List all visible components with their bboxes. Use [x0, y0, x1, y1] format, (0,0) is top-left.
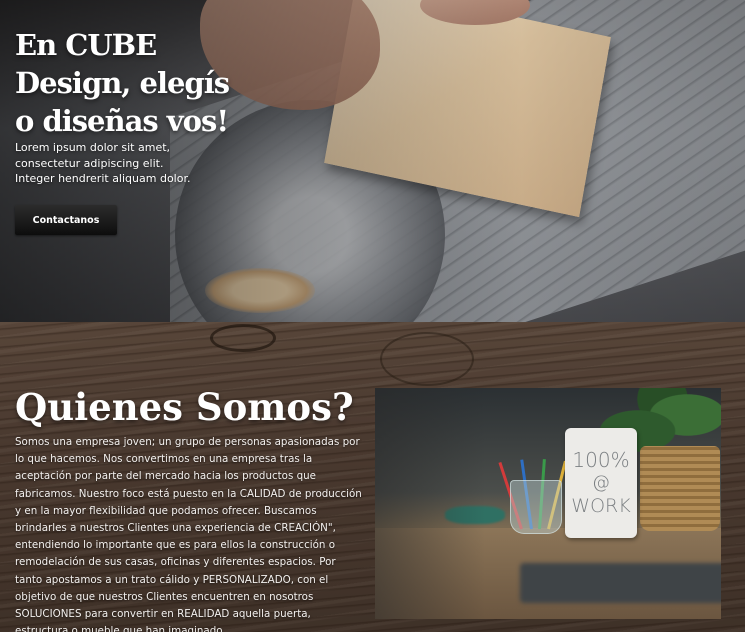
sign-line-2: @ [592, 472, 610, 493]
sign-line-1: 100% [572, 448, 630, 472]
about-text: Somos una empresa joven; un grupo de per… [15, 436, 362, 632]
photo-notebook [520, 563, 721, 603]
hero-title: En CUBE Design, elegís o diseñas vos! [15, 28, 230, 138]
photo-basket [640, 446, 720, 531]
photo-pencil-cup [510, 480, 562, 534]
about-section: Quienes Somos? Somos una empresa joven; … [0, 322, 745, 632]
photo-shadow [375, 388, 485, 619]
contact-button[interactable]: Contactanos [15, 205, 117, 235]
photo-work-sign: 100% @ WORK [565, 428, 637, 538]
about-photo: 100% @ WORK [375, 388, 721, 619]
about-title: Quienes Somos? [15, 385, 354, 429]
sign-line-3: WORK [571, 495, 631, 517]
hero-text: Lorem ipsum dolor sit amet, consectetur … [15, 141, 191, 185]
hero-section: En CUBE Design, elegís o diseñas vos! Lo… [0, 0, 745, 322]
